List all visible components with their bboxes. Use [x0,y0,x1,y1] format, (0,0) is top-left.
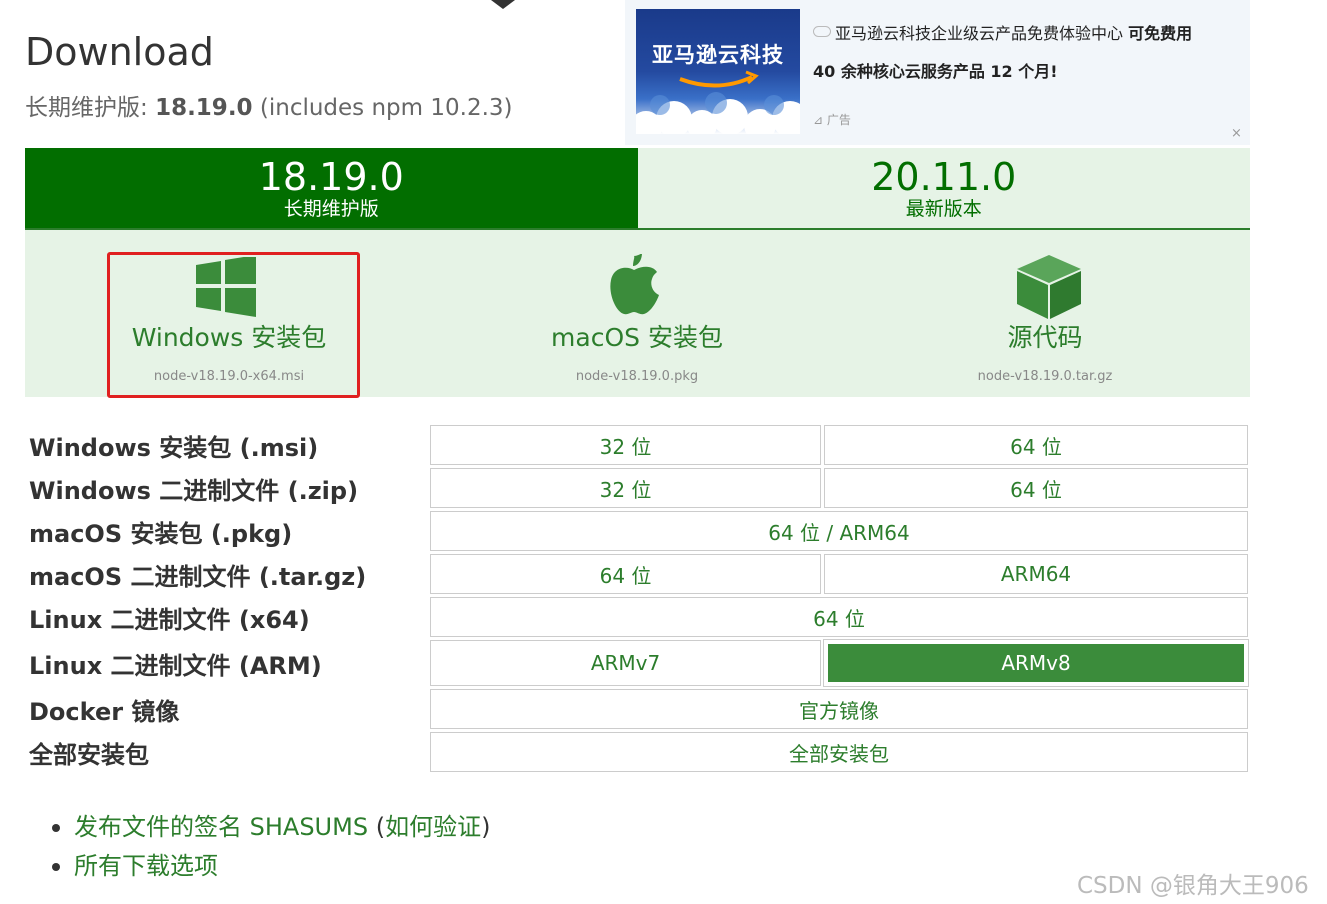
download-link[interactable]: ARMv7 [430,640,822,686]
smile-arrow-icon [636,70,800,134]
download-macos-label: macOS 安装包 [551,323,723,352]
list-item: 发布文件的签名 SHASUMS (如何验证) [48,808,490,847]
ad-headline-text: 亚马逊云科技企业级云产品免费体验中心 [835,24,1129,43]
ad-tag: ⊿ 广告 [813,111,851,128]
table-row: macOS 二进制文件 (.tar.gz) 64 位 ARM64 [28,554,1248,594]
tab-current-label: 最新版本 [905,198,982,220]
download-link[interactable]: 64 位 [430,597,1248,637]
table-row: Linux 二进制文件 (ARM) ARMv7 ARMv8 [28,639,1249,687]
watermark: CSDN @银角大王906 [1077,873,1309,899]
list-item: 所有下载选项 [48,847,490,886]
row-label: Windows 二进制文件 (.zip) [29,476,359,505]
apple-icon [610,254,659,315]
download-link[interactable]: 32 位 [430,468,822,508]
ad-headline[interactable]: 亚马逊云科技企业级云产品免费体验中心 可免费用 [813,20,1192,44]
row-label: Docker 镜像 [29,697,180,726]
tab-current-version: 20.11.0 [871,155,1017,199]
download-link[interactable]: 官方镜像 [430,689,1248,729]
extra-links: 发布文件的签名 SHASUMS (如何验证) 所有下载选项 [48,808,490,886]
download-source-label: 源代码 [1007,323,1083,352]
npm-info: (includes npm 10.2.3) [252,95,513,121]
table-row: Docker 镜像 官方镜像 [28,689,1248,729]
row-label: macOS 安装包 (.pkg) [29,519,293,548]
download-link[interactable]: 64 位 [824,468,1248,508]
table-row: Windows 二进制文件 (.zip) 32 位 64 位 [28,468,1248,508]
table-row: Windows 安装包 (.msi) 32 位 64 位 [28,425,1248,465]
row-label: Linux 二进制文件 (x64) [29,605,310,634]
download-link[interactable]: 64 位 [824,425,1248,465]
page-title: Download [25,30,214,74]
download-link-active[interactable]: ARMv8 [823,639,1249,687]
verify-link[interactable]: 如何验证 [385,813,481,841]
highlight-annotation [107,252,360,398]
download-macos[interactable]: macOS 安装包 node-v18.19.0.pkg [433,230,841,397]
row-label: macOS 二进制文件 (.tar.gz) [29,562,367,591]
cloud-icon [813,26,831,37]
download-macos-file: node-v18.19.0.pkg [575,369,699,384]
shasums-link[interactable]: 发布文件的签名 SHASUMS [74,813,368,841]
row-label: Linux 二进制文件 (ARM) [29,651,322,680]
row-label: 全部安装包 [29,740,149,769]
all-options-link[interactable]: 所有下载选项 [74,852,218,880]
dropdown-arrow-icon [491,0,515,9]
version-tabs: 18.19.0 长期维护版 20.11.0 最新版本 [25,148,1250,230]
page-subtitle: 长期维护版: 18.19.0 (includes npm 10.2.3) [25,88,513,122]
download-link[interactable]: 32 位 [430,425,822,465]
table-row: Linux 二进制文件 (x64) 64 位 [28,597,1248,637]
download-link[interactable]: 64 位 [430,554,822,594]
table-row: 全部安装包 全部安装包 [28,732,1248,772]
row-label: Windows 安装包 (.msi) [29,433,319,462]
tab-current[interactable]: 20.11.0 最新版本 [637,148,1250,228]
subtitle-prefix: 长期维护版: [25,95,156,121]
tab-lts-label: 长期维护版 [283,198,379,220]
ad-image[interactable]: 亚马逊云科技 [636,9,800,134]
downloads-table: Windows 安装包 (.msi) 32 位 64 位 Windows 二进制… [25,422,1251,775]
ad-close-icon[interactable]: × [1231,126,1242,141]
download-source[interactable]: 源代码 node-v18.19.0.tar.gz [841,230,1249,397]
download-panel: Windows 安装包 node-v18.19.0-x64.msi macOS … [25,230,1250,398]
ad-subline[interactable]: 40 余种核心云服务产品 12 个月! [813,58,1058,82]
paren-open: ( [368,813,386,841]
ad-banner[interactable]: 亚马逊云科技 亚马逊云科技企业级云产品免费体验中心 可免费用 40 余种核心云服… [625,0,1250,145]
tab-lts-version: 18.19.0 [258,155,404,199]
table-row: macOS 安装包 (.pkg) 64 位 / ARM64 [28,511,1248,551]
download-link[interactable]: 64 位 / ARM64 [430,511,1248,551]
ad-headline-bold: 可免费用 [1128,24,1193,43]
package-box-icon [1017,255,1081,319]
download-link[interactable]: ARM64 [824,554,1248,594]
ad-tag-icon: ⊿ [813,113,827,127]
download-source-file: node-v18.19.0.tar.gz [977,369,1113,384]
lts-version: 18.19.0 [155,95,253,121]
download-link[interactable]: 全部安装包 [430,732,1248,772]
paren-close: ) [481,813,491,841]
tab-lts[interactable]: 18.19.0 长期维护版 [25,148,638,228]
ad-tag-label: 广告 [826,113,851,127]
